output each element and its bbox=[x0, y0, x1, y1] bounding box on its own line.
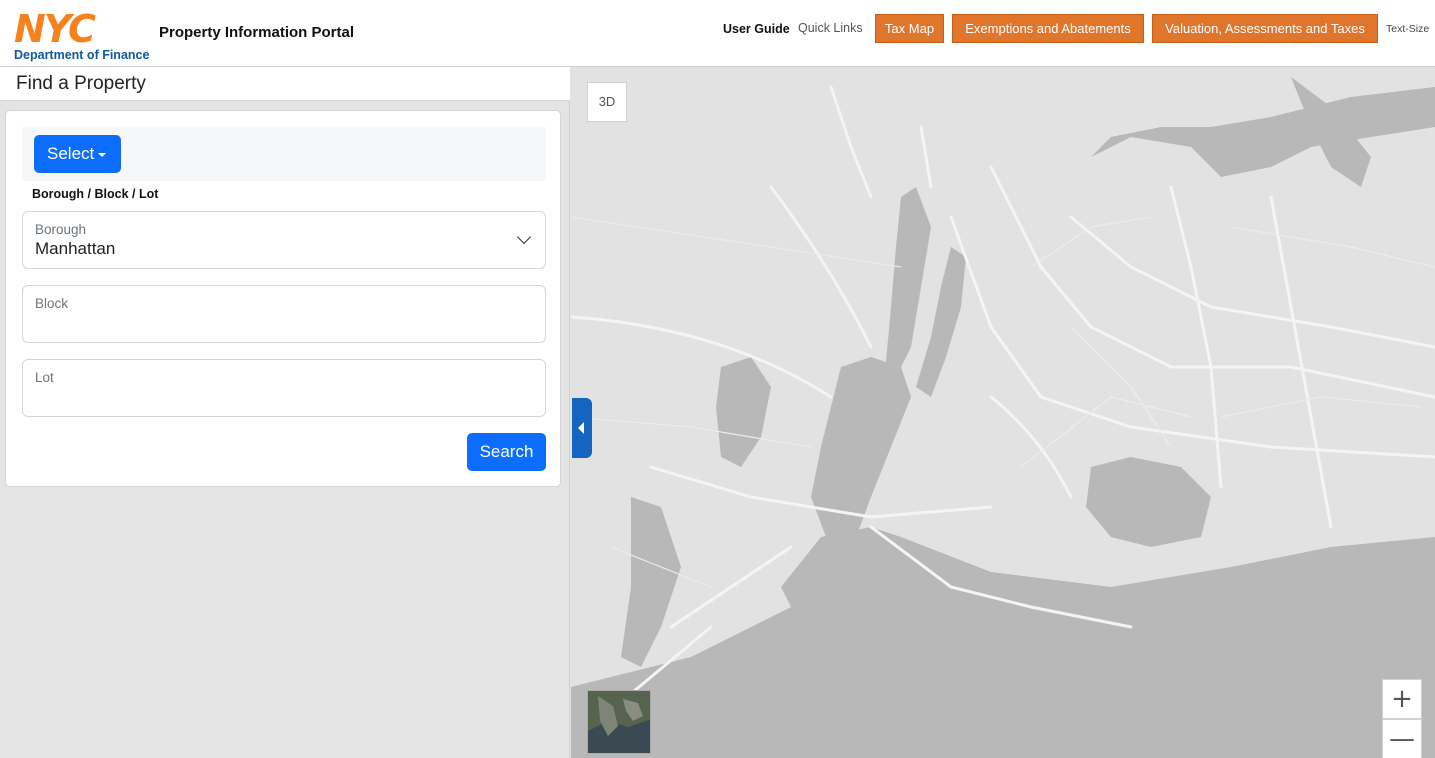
zoom-in-button[interactable]: + bbox=[1382, 679, 1422, 719]
nyc-dof-logo[interactable]: NYC Department of Finance bbox=[14, 7, 150, 62]
quick-links-label: Quick Links bbox=[798, 21, 863, 35]
borough-label: Borough bbox=[35, 222, 87, 237]
logo-subtitle: Department of Finance bbox=[14, 48, 150, 62]
3d-toggle-button[interactable]: 3D bbox=[587, 82, 627, 122]
block-input[interactable]: Block bbox=[22, 285, 546, 343]
search-panel: Find a Property Select Borough / Block /… bbox=[0, 67, 570, 758]
search-mode-label: Select bbox=[47, 144, 95, 163]
search-button[interactable]: Search bbox=[467, 433, 546, 471]
nyc-logo-text: NYC bbox=[14, 7, 96, 51]
panel-title: Find a Property bbox=[16, 73, 146, 94]
exemptions-button[interactable]: Exemptions and Abatements bbox=[952, 14, 1144, 43]
text-size-control[interactable]: Text-Size bbox=[1386, 23, 1429, 35]
portal-title: Property Information Portal bbox=[159, 24, 355, 41]
user-guide-link[interactable]: User Guide bbox=[723, 22, 790, 36]
map-view[interactable]: 3D + — bbox=[571, 67, 1435, 758]
basemap-toggle[interactable] bbox=[587, 690, 651, 754]
zoom-out-button[interactable]: — bbox=[1382, 719, 1422, 758]
caret-left-icon bbox=[578, 422, 584, 434]
caret-down-icon bbox=[98, 152, 107, 157]
search-mode-title: Borough / Block / Lot bbox=[32, 187, 159, 201]
block-label: Block bbox=[35, 296, 69, 311]
borough-select[interactable]: Borough Manhattan bbox=[22, 211, 546, 269]
search-mode-dropdown[interactable]: Select bbox=[34, 135, 121, 173]
search-mode-bar: Select bbox=[22, 127, 546, 181]
valuation-button[interactable]: Valuation, Assessments and Taxes bbox=[1152, 14, 1378, 43]
top-header: NYC Department of Finance Property Infor… bbox=[0, 0, 1435, 67]
collapse-panel-button[interactable] bbox=[572, 398, 592, 458]
chevron-down-icon bbox=[516, 229, 532, 245]
satellite-basemap-icon bbox=[588, 691, 650, 753]
basemap-graphic bbox=[571, 67, 1435, 758]
borough-value: Manhattan bbox=[35, 239, 116, 258]
tax-map-button[interactable]: Tax Map bbox=[875, 14, 944, 43]
panel-header: Find a Property bbox=[0, 67, 570, 101]
lot-input[interactable]: Lot bbox=[22, 359, 546, 417]
lot-label: Lot bbox=[35, 370, 54, 385]
search-card: Select Borough / Block / Lot Borough Man… bbox=[5, 110, 561, 487]
